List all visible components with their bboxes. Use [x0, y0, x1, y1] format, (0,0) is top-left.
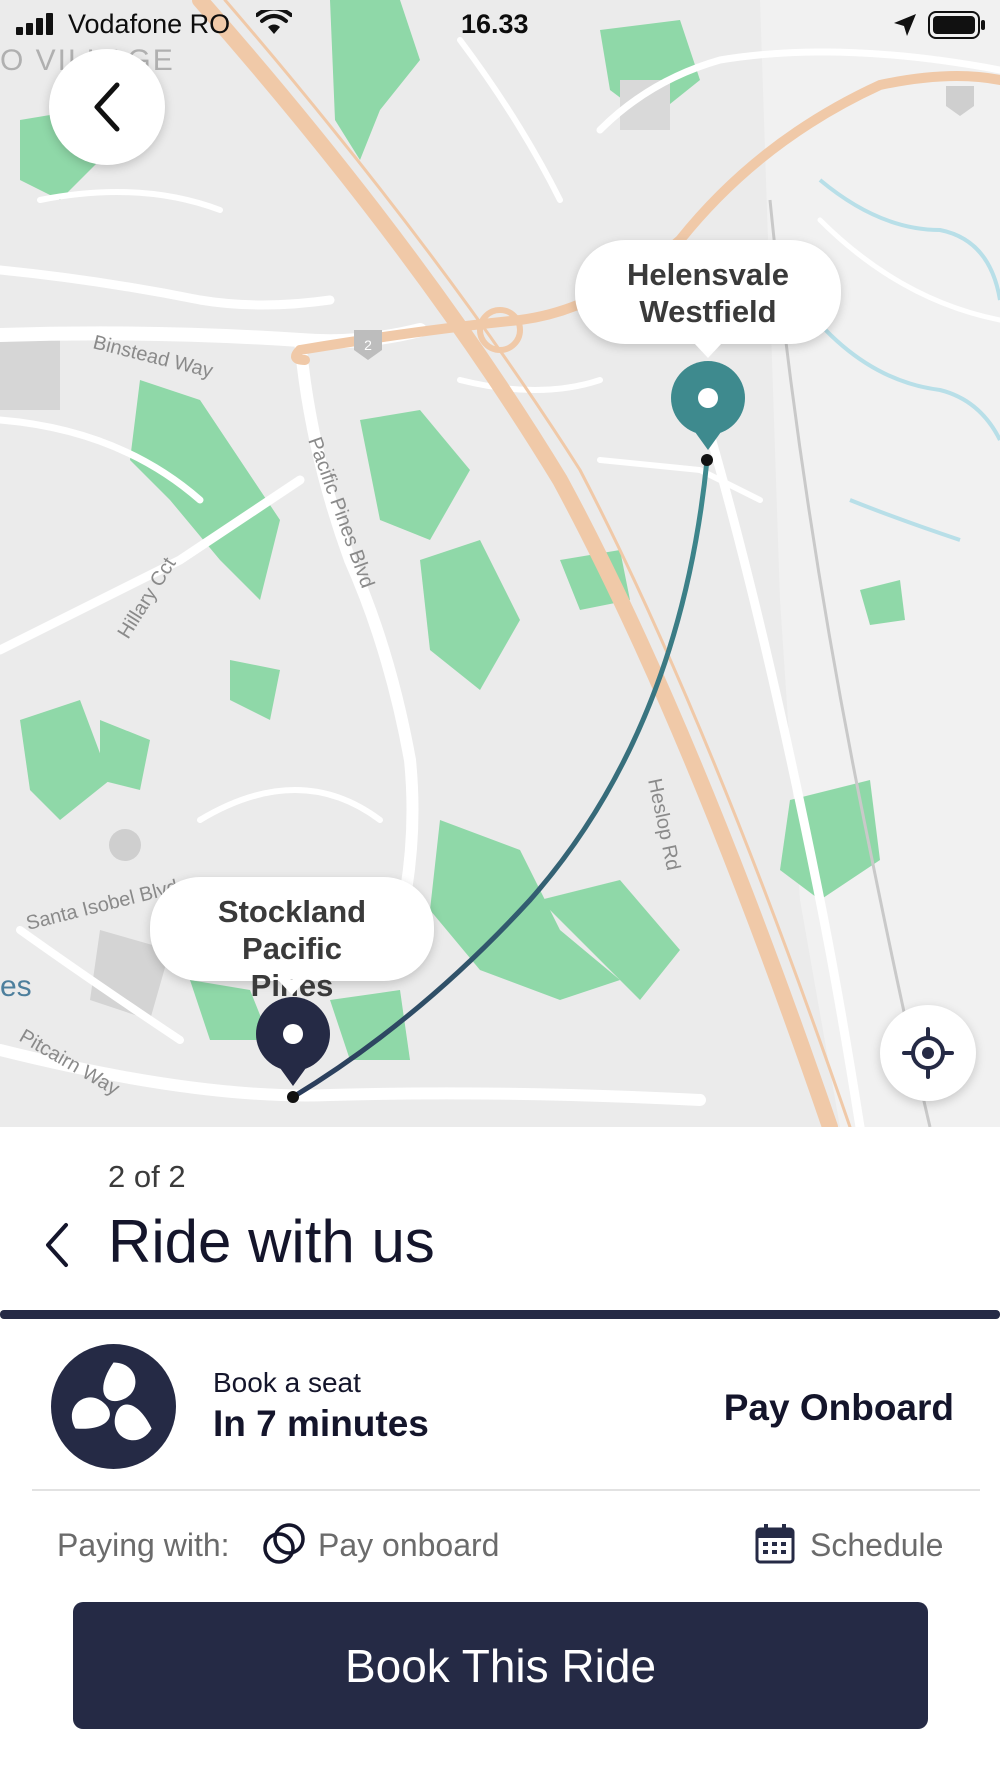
clock: 16.33 — [461, 9, 529, 39]
ride-panel: 2 of 2 Ride with us Book a seat In 7 min… — [0, 1127, 1000, 1778]
battery-icon — [928, 11, 985, 39]
signal-icon — [16, 13, 53, 35]
payment-method: Pay Onboard — [723, 1387, 954, 1428]
destination-label: Helensvale Westfield — [575, 240, 841, 358]
calendar-icon[interactable] — [754, 1523, 796, 1565]
carrier-name: Vodafone RO — [68, 9, 231, 39]
locate-me-button[interactable] — [880, 1005, 976, 1101]
destination-name: Helensvale Westfield — [627, 257, 789, 329]
map-back-button[interactable] — [49, 49, 165, 165]
progress-bar — [0, 1310, 1000, 1319]
schedule-button[interactable]: Schedule — [810, 1527, 943, 1564]
divider — [32, 1489, 980, 1491]
step-indicator: 2 of 2 — [108, 1159, 186, 1194]
paying-with-label: Paying with: — [57, 1527, 230, 1563]
pay-onboard-icon[interactable] — [262, 1522, 306, 1566]
map-view[interactable]: Binstead Way Pacific Pines Blvd Hillary … — [0, 0, 1000, 1127]
locate-icon — [902, 1027, 954, 1079]
chevron-left-icon[interactable] — [38, 1215, 78, 1275]
status-bar: Vodafone RO 16.33 — [0, 0, 1000, 50]
book-ride-button[interactable]: Book This Ride — [73, 1602, 928, 1729]
area-label-partial: es — [0, 970, 32, 1003]
paying-with-value[interactable]: Pay onboard — [318, 1527, 499, 1564]
map-background: Binstead Way Pacific Pines Blvd Hillary … — [0, 0, 1000, 1127]
service-logo-icon — [51, 1344, 176, 1469]
back-arrow-icon — [94, 82, 120, 132]
book-label: Book a seat — [213, 1367, 361, 1398]
wifi-icon — [256, 10, 292, 34]
book-time: In 7 minutes — [213, 1403, 429, 1444]
location-arrow-icon — [894, 14, 916, 36]
origin-label: Stockland Pacific Pines — [150, 877, 434, 1003]
route-badge-label: 2 — [364, 337, 372, 353]
page-title: Ride with us — [108, 1208, 435, 1275]
